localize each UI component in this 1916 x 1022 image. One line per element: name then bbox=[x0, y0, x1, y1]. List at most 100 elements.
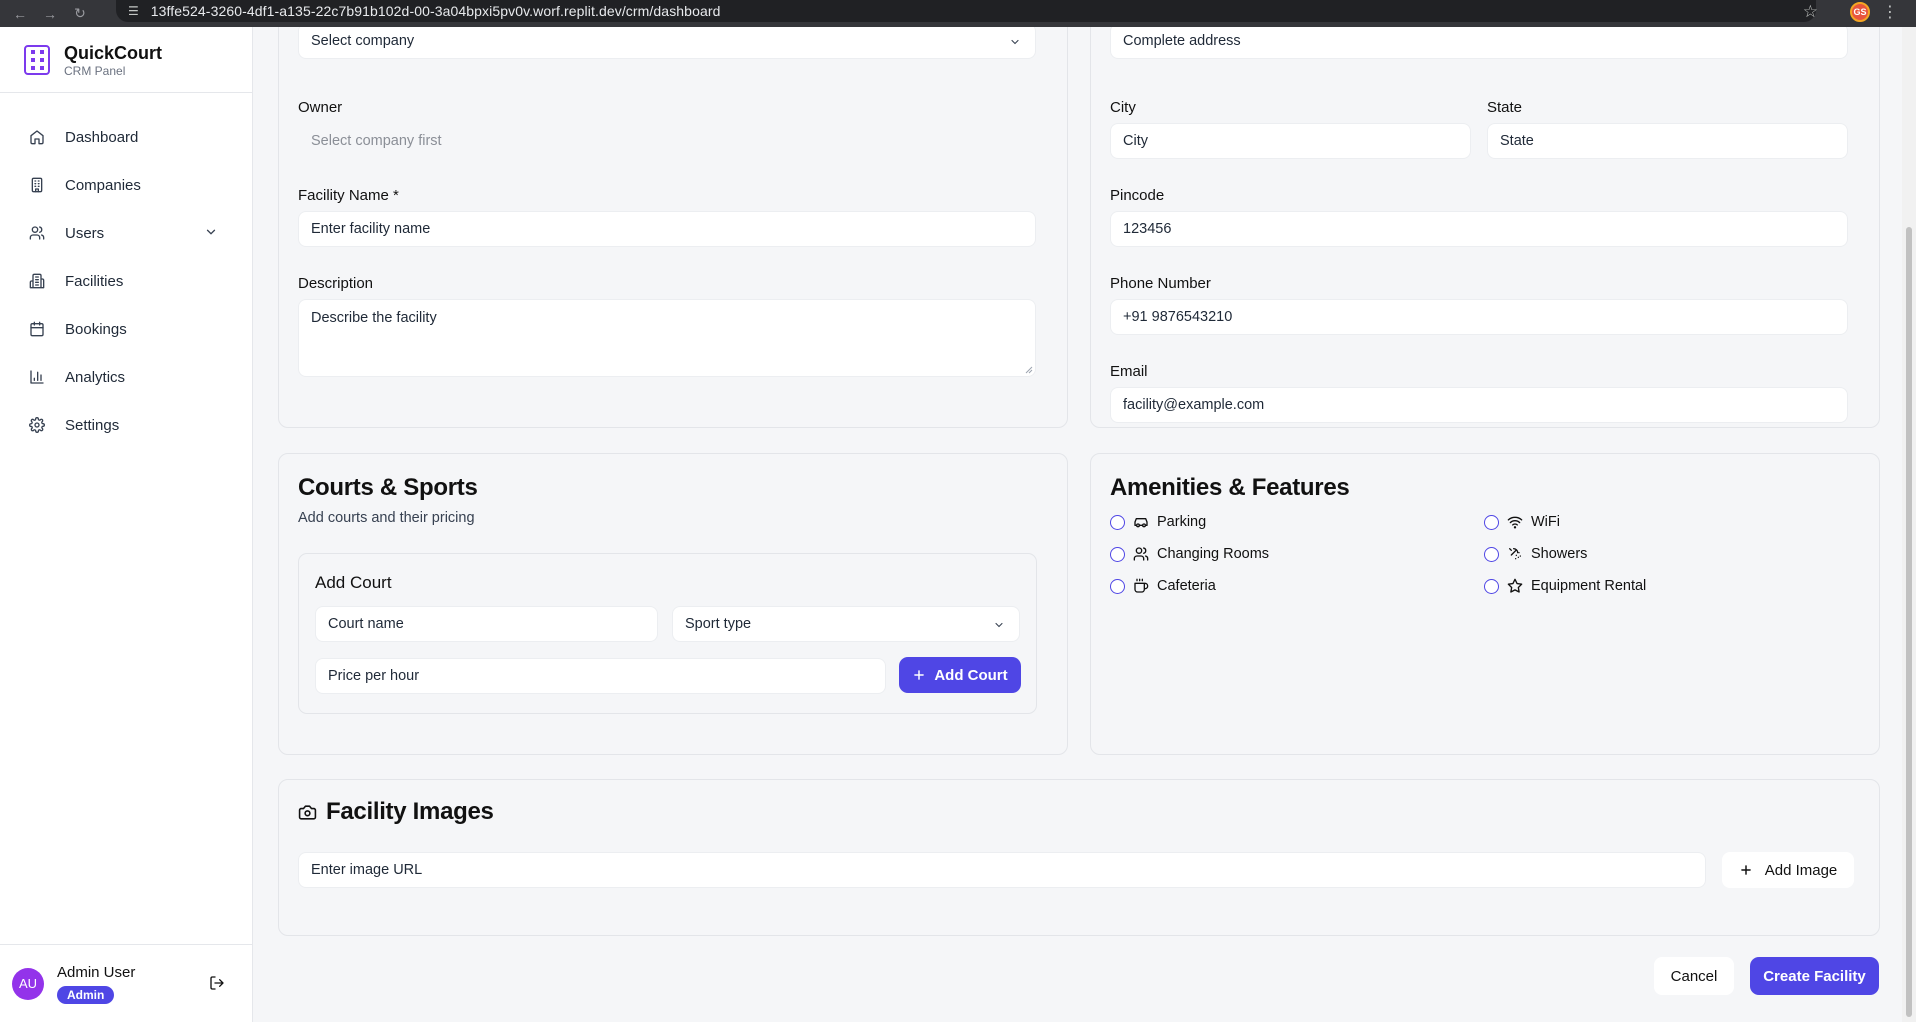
checkbox[interactable] bbox=[1110, 578, 1125, 594]
basic-info-card: Select company Owner Select company firs… bbox=[278, 27, 1068, 428]
email-label: Email bbox=[1110, 363, 1148, 380]
sidebar-item-label: Settings bbox=[65, 416, 120, 434]
add-image-button[interactable]: Add Image bbox=[1722, 852, 1854, 888]
checkbox[interactable] bbox=[1110, 546, 1125, 562]
amenity-parking[interactable]: Parking bbox=[1110, 514, 1206, 530]
email-input[interactable]: facility@example.com bbox=[1110, 387, 1848, 423]
sport-type-select[interactable]: Sport type bbox=[672, 606, 1020, 642]
facility-name-placeholder: Enter facility name bbox=[311, 221, 431, 237]
camera-icon bbox=[298, 804, 317, 820]
sidebar-item-analytics[interactable]: Analytics bbox=[0, 353, 252, 401]
sport-type-value: Sport type bbox=[685, 616, 752, 632]
back-icon[interactable]: ← bbox=[12, 6, 28, 22]
sidebar-nav: Dashboard Companies Users Facilities Boo… bbox=[0, 93, 252, 449]
state-label: State bbox=[1487, 99, 1523, 116]
state-input[interactable]: State bbox=[1487, 123, 1848, 159]
gear-icon bbox=[29, 417, 45, 433]
checkbox[interactable] bbox=[1484, 514, 1499, 530]
browser-nav: ← → ↻ bbox=[0, 5, 88, 22]
users-icon bbox=[1133, 546, 1149, 562]
amenity-label: Parking bbox=[1157, 514, 1207, 530]
add-court-button[interactable]: Add Court bbox=[899, 657, 1021, 693]
plus-icon bbox=[914, 670, 925, 680]
building-icon bbox=[29, 273, 45, 289]
scrollbar-thumb[interactable] bbox=[1906, 227, 1912, 1017]
user-name: Admin User bbox=[57, 964, 136, 981]
images-title: Facility Images bbox=[326, 798, 494, 825]
amenity-wifi[interactable]: WiFi bbox=[1484, 514, 1560, 530]
url-text[interactable]: 13ffe524-3260-4df1-a135-22c7b91b102d-00-… bbox=[151, 3, 721, 19]
profile-avatar[interactable]: GS bbox=[1850, 2, 1870, 22]
city-placeholder: City bbox=[1123, 133, 1148, 149]
state-placeholder: State bbox=[1500, 133, 1534, 149]
create-facility-button[interactable]: Create Facility bbox=[1750, 957, 1879, 995]
user-profile: AU Admin User Admin bbox=[0, 944, 253, 1022]
add-court-title: Add Court bbox=[315, 573, 392, 592]
address-bar[interactable]: ☰ 13ffe524-3260-4df1-a135-22c7b91b102d-0… bbox=[116, 0, 1816, 22]
sidebar-item-settings[interactable]: Settings bbox=[0, 401, 252, 449]
price-placeholder: Price per hour bbox=[328, 668, 420, 684]
image-url-input[interactable]: Enter image URL bbox=[298, 852, 1706, 888]
owner-select-value: Select company first bbox=[311, 133, 442, 149]
courts-title: Courts & Sports bbox=[298, 474, 478, 501]
price-per-hour-input[interactable]: Price per hour bbox=[315, 658, 886, 694]
owner-select[interactable]: Select company first bbox=[298, 123, 1036, 159]
sidebar-item-dashboard[interactable]: Dashboard bbox=[0, 113, 252, 161]
chevron-down-icon[interactable] bbox=[204, 225, 218, 244]
courts-sports-card: Courts & Sports Add courts and their pri… bbox=[278, 453, 1068, 755]
amenity-label: Equipment Rental bbox=[1531, 578, 1647, 594]
car-icon bbox=[1133, 514, 1149, 530]
facility-name-label: Facility Name * bbox=[298, 187, 399, 204]
forward-icon[interactable]: → bbox=[42, 6, 58, 22]
site-settings-icon[interactable]: ☰ bbox=[128, 4, 139, 18]
amenity-label: WiFi bbox=[1531, 514, 1560, 530]
amenity-label: Showers bbox=[1531, 546, 1588, 562]
browser-menu-icon[interactable]: ⋮ bbox=[1882, 2, 1898, 22]
description-placeholder: Describe the facility bbox=[311, 310, 437, 326]
sidebar: QuickCourt CRM Panel Dashboard Companies… bbox=[0, 27, 253, 1022]
building-icon bbox=[29, 177, 45, 193]
pincode-input[interactable]: 123456 bbox=[1110, 211, 1848, 247]
home-icon bbox=[29, 129, 45, 145]
sidebar-item-facilities[interactable]: Facilities bbox=[0, 257, 252, 305]
amenity-showers[interactable]: Showers bbox=[1484, 546, 1587, 562]
amenity-changing-rooms[interactable]: Changing Rooms bbox=[1110, 546, 1269, 562]
avatar[interactable]: AU bbox=[12, 967, 44, 1000]
checkbox[interactable] bbox=[1110, 514, 1125, 530]
city-input[interactable]: City bbox=[1110, 123, 1471, 159]
users-icon bbox=[29, 225, 45, 241]
location-contact-card: Complete address City City State State P… bbox=[1090, 27, 1880, 428]
description-textarea[interactable]: Describe the facility bbox=[298, 299, 1036, 377]
bookmark-star-icon[interactable]: ☆ bbox=[1803, 2, 1818, 22]
amenity-label: Cafeteria bbox=[1157, 578, 1216, 594]
facility-name-input[interactable]: Enter facility name bbox=[298, 211, 1036, 247]
amenity-cafeteria[interactable]: Cafeteria bbox=[1110, 578, 1216, 594]
logout-icon[interactable] bbox=[209, 975, 225, 996]
checkbox[interactable] bbox=[1484, 546, 1499, 562]
court-name-placeholder: Court name bbox=[328, 616, 404, 632]
city-label: City bbox=[1110, 99, 1136, 116]
sidebar-item-label: Facilities bbox=[65, 272, 124, 290]
amenity-equipment-rental[interactable]: Equipment Rental bbox=[1484, 578, 1646, 594]
sidebar-item-users[interactable]: Users bbox=[0, 209, 252, 257]
sidebar-item-bookings[interactable]: Bookings bbox=[0, 305, 252, 353]
chevron-down-icon bbox=[993, 619, 1005, 635]
add-court-panel: Add Court Court name Sport type Price pe… bbox=[298, 553, 1037, 714]
images-header: Facility Images bbox=[298, 798, 494, 826]
company-select[interactable]: Select company bbox=[298, 27, 1036, 59]
main-content: Select company Owner Select company firs… bbox=[254, 27, 1902, 1022]
address-input[interactable]: Complete address bbox=[1110, 27, 1848, 59]
page-scrollbar[interactable] bbox=[1902, 27, 1916, 1022]
resize-handle-icon[interactable] bbox=[1025, 366, 1033, 374]
owner-label: Owner bbox=[298, 99, 343, 116]
sidebar-item-companies[interactable]: Companies bbox=[0, 161, 252, 209]
phone-input[interactable]: +91 9876543210 bbox=[1110, 299, 1848, 335]
courts-subtitle: Add courts and their pricing bbox=[298, 510, 475, 526]
reload-icon[interactable]: ↻ bbox=[72, 5, 88, 22]
phone-label: Phone Number bbox=[1110, 275, 1211, 292]
image-url-placeholder: Enter image URL bbox=[311, 862, 423, 878]
checkbox[interactable] bbox=[1484, 578, 1499, 594]
cancel-button[interactable]: Cancel bbox=[1654, 957, 1734, 995]
facility-images-card: Facility Images Enter image URL Add Imag… bbox=[278, 779, 1880, 936]
court-name-input[interactable]: Court name bbox=[315, 606, 658, 642]
